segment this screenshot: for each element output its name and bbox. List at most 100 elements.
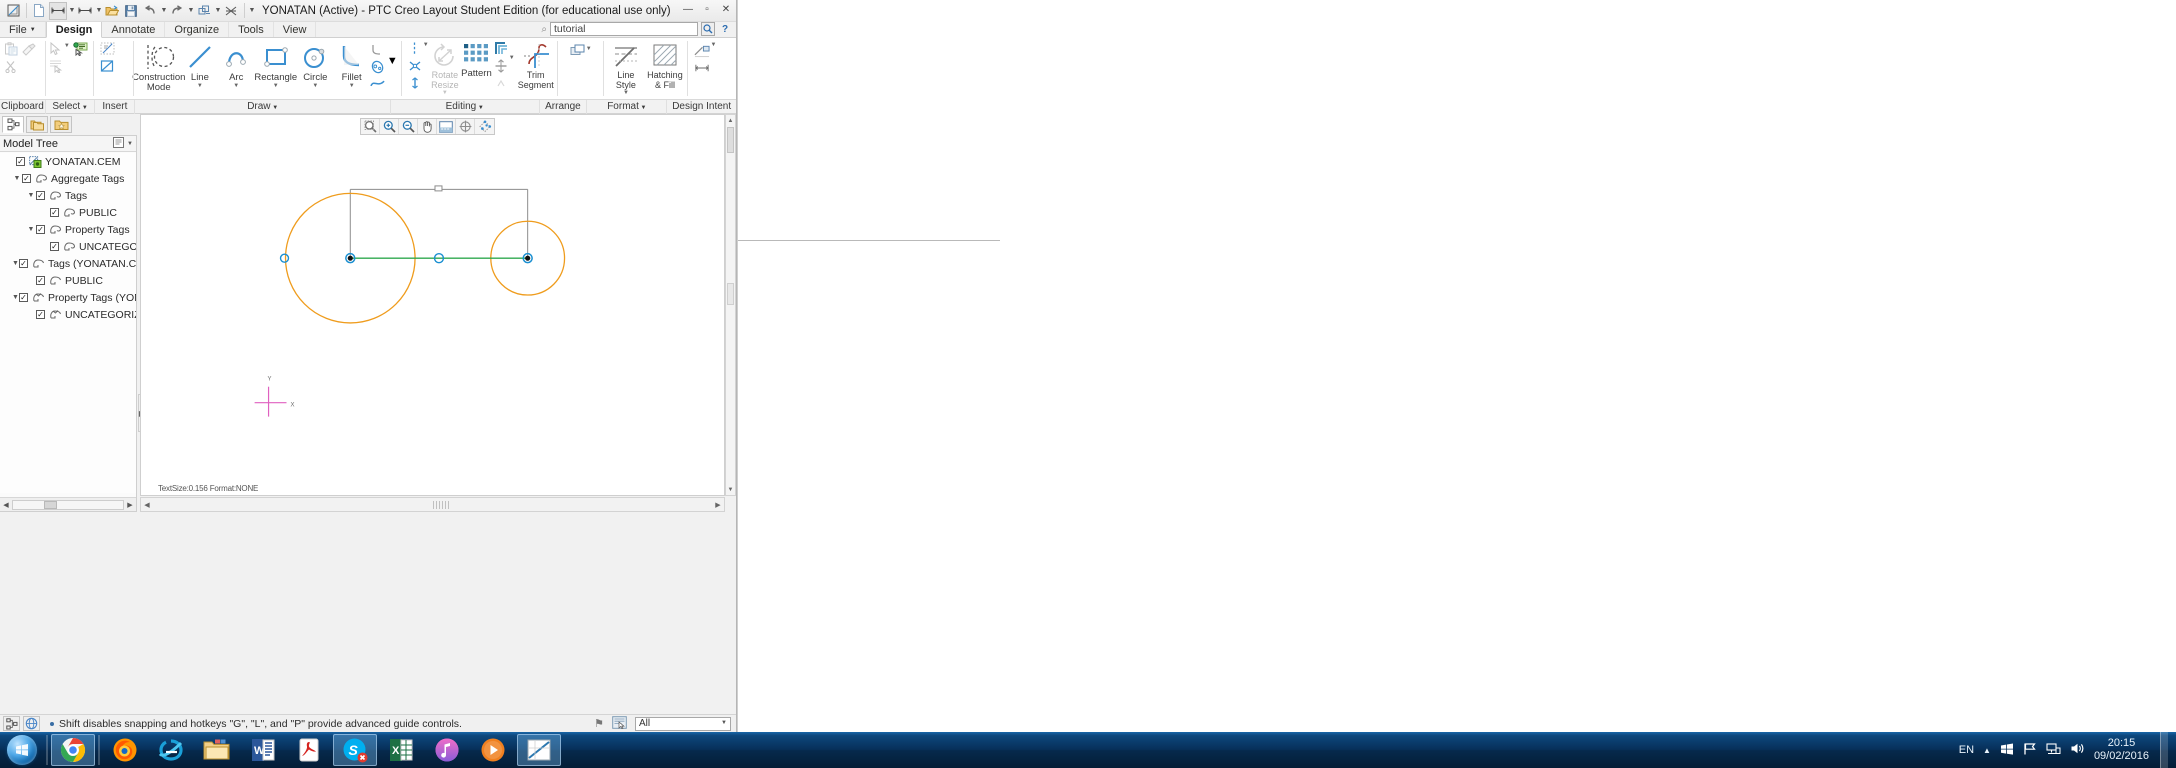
tree-arrow[interactable]: ▼ [26,226,36,233]
rotate-resize-button[interactable]: Rotate Resize ▼ [429,40,461,96]
search-scope-icon[interactable]: ⌕ [541,24,547,35]
ellipse-caret-icon[interactable]: ▼ [387,55,398,67]
taskbar-ie[interactable] [149,734,193,766]
brush-icon[interactable] [21,41,37,57]
tree-row-tags[interactable]: ▼ Tags [0,187,136,204]
tree-row-uncategorized-2[interactable]: UNCATEGORIZED [0,306,136,323]
app-logo-icon[interactable] [4,2,22,20]
tree-checkbox[interactable] [36,310,45,319]
tab-file[interactable]: File ▼ [0,22,46,37]
divide-icon[interactable] [407,75,423,91]
graphics-horizontal-scrollbar[interactable]: ◀ ▶ [140,497,725,512]
close-window-icon[interactable] [222,2,240,20]
taskbar-skype[interactable]: S [333,734,377,766]
tree-row-property-tags-yonatan[interactable]: ▼ Property Tags (YONATAN.CEM) [0,289,136,306]
rectangle-caret-icon[interactable]: ▼ [273,83,279,89]
select-highlight-icon[interactable] [72,41,88,57]
show-desktop-button[interactable] [2160,732,2168,768]
redo-icon[interactable] [168,2,186,20]
scissors-icon[interactable] [3,58,19,74]
layout-mode-2-caret-icon[interactable]: ▼ [95,7,103,14]
mirror-icon[interactable] [407,41,423,57]
action-center-flag-icon[interactable] [2023,742,2037,759]
fillet-caret-icon[interactable]: ▼ [349,83,355,89]
qat-customize-caret-icon[interactable]: ▼ [248,7,256,14]
hatching-fill-button[interactable]: Hatching & Fill [645,40,684,90]
tree-arrow[interactable]: ▼ [12,260,19,267]
select-filter-icon[interactable] [48,58,64,74]
network-icon[interactable] [2046,742,2061,758]
tab-design[interactable]: Design [45,22,103,38]
corner-icon[interactable] [493,41,509,57]
scroll-down-icon[interactable]: ▼ [726,484,735,495]
new-icon[interactable] [30,2,48,20]
line-style-caret-icon[interactable]: ▼ [623,90,629,96]
tree-arrow[interactable]: ▼ [12,175,22,182]
group-label-editing[interactable]: Editing ▼ [391,99,540,114]
rotate-resize-caret-icon[interactable]: ▼ [442,90,448,96]
windows-flag-tray-icon[interactable] [2000,742,2014,759]
ellipse-icon[interactable] [370,59,386,75]
arc-caret-icon[interactable]: ▼ [233,83,239,89]
rectangle-button[interactable]: Rectangle ▼ [254,40,297,89]
cursor-icon[interactable] [48,41,64,57]
construction-mode-button[interactable]: Construction Mode [132,40,185,93]
tree-row-property-tags[interactable]: ▼ Property Tags [0,221,136,238]
tree-horizontal-scrollbar[interactable]: ◀ ▶ [0,497,136,511]
taskbar-media-player[interactable] [471,734,515,766]
search-input[interactable]: tutorial [550,22,698,36]
tab-view[interactable]: View [274,22,317,37]
line-style-button[interactable]: Line Style ▼ [606,40,645,96]
undo-icon[interactable] [141,2,159,20]
vscroll-thumb[interactable] [727,127,734,153]
start-button[interactable] [0,733,44,767]
paste-icon[interactable] [3,41,19,57]
folder-browser-tab[interactable] [26,116,48,133]
scale-icon[interactable] [493,75,509,91]
tree-row-aggregate-tags[interactable]: ▼ Aggregate Tags [0,170,136,187]
model-tree-list[interactable]: YONATAN.CEM ▼ Aggregate Tags ▼ [0,153,136,493]
vscroll-grip[interactable] [727,283,734,305]
drawing-canvas[interactable]: Y X [141,115,724,495]
graphics-window[interactable]: Y X TextSize:0.156 Format:NONE [140,114,725,496]
arrange-caret-icon[interactable]: ▼ [586,46,592,52]
scroll-left-icon[interactable]: ◀ [0,501,12,509]
trim-segment-button[interactable]: Trim Segment [518,40,554,90]
tree-checkbox[interactable] [36,225,45,234]
taskbar-excel[interactable]: X [379,734,423,766]
layout-mode-2-icon[interactable] [76,2,94,20]
tree-row-tags-yonatan[interactable]: ▼ Tags (YONATAN.CEM) [0,255,136,272]
tab-organize[interactable]: Organize [165,22,230,37]
maximize-button[interactable]: ▫ [701,4,713,15]
tree-row-yonatan-cem[interactable]: YONATAN.CEM [0,153,136,170]
taskbar-clock[interactable]: 20:15 09/02/2016 [2094,737,2149,763]
tree-checkbox[interactable] [50,242,59,251]
group-label-select[interactable]: Select ▼ [46,99,96,114]
redo-caret-icon[interactable]: ▼ [187,7,195,14]
minimize-button[interactable]: — [682,4,694,15]
tab-annotate[interactable]: Annotate [102,22,166,37]
taskbar-explorer[interactable] [195,734,239,766]
group-label-draw[interactable]: Draw ▼ [135,99,391,114]
graphics-vertical-scrollbar[interactable]: ▲ ▼ [725,114,736,496]
taskbar-firefox[interactable] [103,734,147,766]
intersect-icon[interactable] [407,58,423,74]
taskbar-itunes[interactable] [425,734,469,766]
hscroll-left-icon[interactable]: ◀ [141,501,153,509]
line-caret-icon[interactable]: ▼ [197,83,203,89]
pattern-button[interactable]: Pattern [461,40,492,79]
model-tree-tab[interactable] [2,116,24,133]
fillet-button[interactable]: Fillet ▼ [334,40,370,89]
tree-checkbox[interactable] [16,157,25,166]
hscroll-right-icon[interactable]: ▶ [712,501,724,509]
stretch-caret-icon[interactable]: ▼ [509,55,515,61]
open-icon[interactable] [103,2,121,20]
selection-icon[interactable] [612,715,627,732]
model-tree-toggle-icon[interactable] [3,716,20,731]
help-icon[interactable]: ? [718,22,732,36]
taskbar-chrome[interactable] [51,734,95,766]
tree-settings-icon[interactable] [113,136,125,151]
flag-icon[interactable]: ⚑ [594,717,604,730]
layout-mode-caret-icon[interactable]: ▼ [68,7,76,14]
arc-button[interactable]: Arc ▼ [218,40,254,89]
